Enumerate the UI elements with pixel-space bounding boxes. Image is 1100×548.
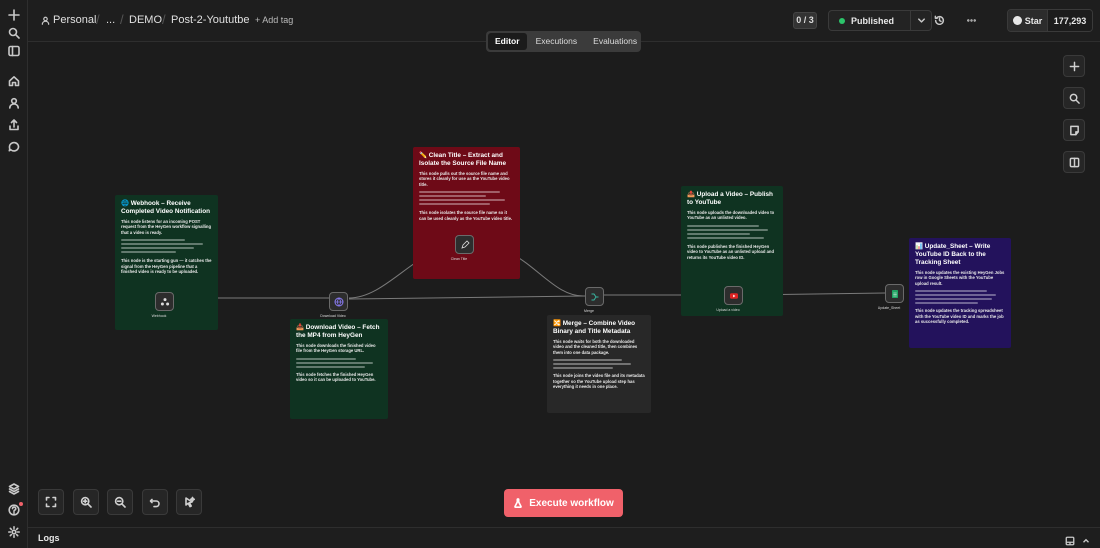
execute-workflow-button[interactable]: Execute workflow: [504, 489, 623, 517]
undo-button[interactable]: [142, 489, 168, 515]
history-icon[interactable]: [932, 13, 946, 27]
breadcrumb-separator: /: [96, 12, 100, 27]
search-icon[interactable]: [5, 24, 23, 42]
user-icon[interactable]: [5, 94, 23, 112]
settings-icon[interactable]: [5, 523, 23, 541]
templates-icon[interactable]: [5, 480, 23, 498]
note-footer: This node fetches the finished HeyGen vi…: [296, 371, 376, 383]
active-counter: 0 / 3: [793, 12, 817, 29]
workflow-canvas[interactable]: 🌐 Webhook – Receive Completed Video Noti…: [28, 42, 1100, 527]
app-root: Personal / ... / DEMO / Post-2-Yoututbe …: [0, 0, 1100, 548]
flask-icon: [514, 498, 523, 508]
note-subtitle: This node updates the existing HeyGen Jo…: [915, 270, 1005, 286]
workflow-name[interactable]: Post-2-Yoututbe: [171, 14, 249, 26]
merge-icon: [591, 293, 598, 300]
github-icon: [1012, 16, 1022, 25]
github-star-count: 177,293: [1048, 10, 1092, 31]
home-icon[interactable]: [5, 72, 23, 90]
logs-label: Logs: [38, 533, 60, 543]
add-node-button[interactable]: [1063, 55, 1085, 77]
left-sidebar: [0, 0, 28, 548]
zoom-out-button[interactable]: [107, 489, 133, 515]
chevron-down-icon[interactable]: [911, 10, 932, 31]
node-label: Download Video: [320, 314, 346, 318]
share-icon[interactable]: [5, 116, 23, 134]
node-update-sheet[interactable]: Update_Sheet: [878, 284, 904, 310]
collapse-sidebar-icon[interactable]: [5, 42, 23, 60]
note-footer: This node joins the video file and its m…: [553, 373, 645, 390]
sticky-note-download[interactable]: 📥 Download Video – Fetch the MP4 from He…: [290, 319, 388, 419]
breadcrumb-separator: /: [120, 12, 124, 27]
tidy-up-button[interactable]: [176, 489, 202, 515]
node-merge[interactable]: Merge: [584, 287, 604, 313]
note-subtitle: This node downloads the finished video f…: [296, 343, 376, 354]
search-nodes-button[interactable]: [1063, 87, 1085, 109]
breadcrumb-project[interactable]: Personal: [53, 14, 96, 26]
chat-icon[interactable]: [5, 138, 23, 156]
panel-layout-icon[interactable]: [1065, 533, 1075, 546]
view-tabs: Editor Executions Evaluations: [486, 31, 641, 52]
execute-workflow-label: Execute workflow: [529, 497, 614, 509]
note-subtitle: This node uploads the downloaded video t…: [687, 210, 775, 221]
github-star-widget[interactable]: Star 177,293: [1007, 9, 1093, 32]
note-footer: This node updates the tracking spreadshe…: [915, 308, 1004, 325]
published-button[interactable]: Published: [828, 10, 911, 31]
add-icon[interactable]: [5, 6, 23, 24]
node-label: Merge: [584, 309, 594, 313]
note-title: 📥 Download Video – Fetch the MP4 from He…: [296, 324, 380, 339]
logs-panel-bar[interactable]: Logs: [28, 527, 1100, 548]
chevron-up-icon[interactable]: [1081, 533, 1091, 543]
node-clean-title[interactable]: Clean Title: [451, 235, 474, 261]
node-webhook[interactable]: Webhook: [152, 292, 174, 318]
globe-icon: [334, 297, 343, 306]
person-icon: [40, 14, 50, 26]
github-star-button[interactable]: Star: [1008, 10, 1048, 31]
published-label: Published: [851, 15, 895, 26]
breadcrumb-ellipsis[interactable]: ...: [106, 14, 115, 26]
note-footer: This node is the starting gun — it catch…: [121, 258, 212, 275]
notification-dot: [19, 502, 23, 506]
status-dot: [839, 17, 845, 24]
note-title: 📤 Upload a Video – Publish to YouTube: [687, 191, 773, 206]
tab-editor[interactable]: Editor: [488, 33, 527, 50]
note-footer: This node publishes the finished HeyGen …: [687, 243, 775, 260]
node-label: Clean Title: [450, 257, 468, 261]
webhook-icon: [160, 297, 169, 305]
add-tag-button[interactable]: + Add tag: [255, 15, 293, 25]
zoom-in-button[interactable]: [73, 489, 99, 515]
note-title: ✏️ Clean Title – Extract and Isolate the…: [419, 152, 507, 167]
tab-evaluations[interactable]: Evaluations: [586, 33, 644, 50]
google-sheets-icon: [891, 289, 898, 298]
add-sticky-note-button[interactable]: [1063, 119, 1085, 141]
more-options-icon[interactable]: [964, 13, 978, 27]
tab-executions[interactable]: Executions: [529, 33, 585, 50]
note-title: 🌐 Webhook – Receive Completed Video Noti…: [121, 200, 211, 215]
sticky-note-merge[interactable]: 🔀 Merge – Combine Video Binary and Title…: [547, 315, 651, 413]
toggle-panel-button[interactable]: [1063, 151, 1085, 173]
github-star-label: Star: [1024, 15, 1043, 26]
pencil-icon: [460, 239, 470, 249]
fit-view-button[interactable]: [38, 489, 64, 515]
note-subtitle: This node waits for both the downloaded …: [553, 339, 638, 355]
breadcrumb-folder[interactable]: DEMO: [129, 14, 162, 26]
node-label: Upload a video: [716, 308, 740, 312]
note-subtitle: This node listens for an incoming POST r…: [121, 219, 212, 235]
youtube-icon: [729, 292, 738, 299]
node-label: Webhook: [151, 314, 167, 318]
node-download-video[interactable]: Download Video: [320, 292, 348, 318]
breadcrumb-separator: /: [162, 12, 166, 27]
note-title: 📊 Update_Sheet – Write YouTube ID Back t…: [915, 243, 991, 266]
node-label: Update_Sheet: [877, 306, 901, 310]
sticky-note-update-sheet[interactable]: 📊 Update_Sheet – Write YouTube ID Back t…: [909, 238, 1011, 348]
note-footer: This node isolates the source file name …: [419, 210, 513, 221]
note-title: 🔀 Merge – Combine Video Binary and Title…: [553, 320, 636, 335]
node-upload-video[interactable]: Upload a video: [716, 286, 743, 312]
note-subtitle: This node pulls out the source file name…: [419, 171, 510, 187]
